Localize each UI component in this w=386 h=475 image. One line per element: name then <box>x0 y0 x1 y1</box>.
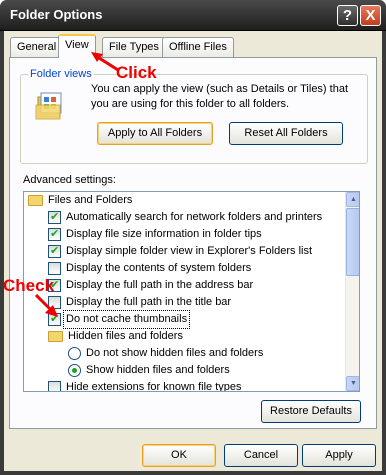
checkbox[interactable] <box>48 226 61 243</box>
checkbox-label[interactable]: Display simple folder view in Explorer's… <box>66 243 312 260</box>
checkbox[interactable] <box>48 243 61 260</box>
cancel-button[interactable]: Cancel <box>224 444 298 467</box>
folder-icon <box>28 195 43 206</box>
list-item[interactable]: Display the full path in the address bar <box>24 277 344 294</box>
checkbox-label[interactable]: Display the full path in the title bar <box>66 294 231 311</box>
folder-views-description: You can apply the view (such as Details … <box>91 83 349 110</box>
list-item[interactable]: Show hidden files and folders <box>24 362 344 379</box>
ok-button[interactable]: OK <box>142 444 216 467</box>
reset-all-folders-button[interactable]: Reset All Folders <box>229 122 343 145</box>
radio-button[interactable] <box>68 364 81 377</box>
folder-options-window: Folder Options ? X General View File Typ… <box>0 0 386 475</box>
window-title: Folder Options <box>10 7 103 22</box>
list-item[interactable]: Automatically search for network folders… <box>24 209 344 226</box>
radio-label[interactable]: Do not show hidden files and folders <box>86 345 263 362</box>
tab-general[interactable]: General <box>10 37 64 57</box>
scroll-up-arrow-icon[interactable]: ▲ <box>346 192 359 207</box>
checkbox-label[interactable]: Display the contents of system folders <box>66 260 251 277</box>
radio-button[interactable] <box>68 347 81 360</box>
view-tab-panel: Folder views You can apply the view (suc… <box>9 57 377 429</box>
list-item[interactable]: Hide extensions for known file types <box>24 379 344 391</box>
list-item[interactable]: Do not show hidden files and folders <box>24 345 344 362</box>
list-item: Files and Folders <box>24 192 344 209</box>
advanced-settings-label: Advanced settings: <box>23 174 116 186</box>
radio-label[interactable]: Show hidden files and folders <box>86 362 230 379</box>
category-label: Files and Folders <box>48 194 133 206</box>
checkbox[interactable] <box>48 262 61 275</box>
tab-offline-files[interactable]: Offline Files <box>162 37 234 57</box>
vertical-scrollbar[interactable]: ▲ ▼ <box>345 192 359 391</box>
apply-button[interactable]: Apply <box>302 444 376 467</box>
checkbox[interactable] <box>48 381 61 391</box>
list-item: Hidden files and folders <box>24 328 344 345</box>
checkbox-label[interactable]: Do not cache thumbnails <box>62 310 191 329</box>
close-button[interactable]: X <box>360 5 381 26</box>
apply-to-all-folders-button[interactable]: Apply to All Folders <box>97 122 213 145</box>
list-item[interactable]: Display simple folder view in Explorer's… <box>24 243 344 260</box>
list-item[interactable]: Do not cache thumbnails <box>24 310 344 329</box>
checkbox-label[interactable]: Display the full path in the address bar <box>66 277 253 294</box>
click-annotation: Click <box>116 63 157 82</box>
folder-views-icon <box>35 92 62 120</box>
help-button[interactable]: ? <box>337 5 358 26</box>
category-label: Hidden files and folders <box>68 330 183 342</box>
checkbox-label[interactable]: Automatically search for network folders… <box>66 209 322 226</box>
advanced-settings-list[interactable]: Files and Folders Automatically search f… <box>23 191 360 392</box>
checkbox-label[interactable]: Display file size information in folder … <box>66 226 262 243</box>
checkbox[interactable] <box>48 209 61 226</box>
scroll-thumb[interactable] <box>346 208 359 276</box>
scroll-down-arrow-icon[interactable]: ▼ <box>346 376 359 391</box>
list-item[interactable]: Display file size information in folder … <box>24 226 344 243</box>
list-item[interactable]: Display the contents of system folders <box>24 260 344 277</box>
dialog-body: General View File Types Offline Files Fo… <box>4 31 382 471</box>
folder-views-group: Folder views You can apply the view (suc… <box>20 68 368 164</box>
title-bar[interactable]: Folder Options ? X <box>0 0 386 31</box>
restore-defaults-button[interactable]: Restore Defaults <box>261 400 361 423</box>
folder-views-title: Folder views <box>28 68 94 80</box>
check-arrow-icon <box>34 293 58 317</box>
checkbox-label[interactable]: Hide extensions for known file types <box>66 379 241 391</box>
list-item[interactable]: Display the full path in the title bar <box>24 294 344 311</box>
folder-icon <box>48 331 63 342</box>
